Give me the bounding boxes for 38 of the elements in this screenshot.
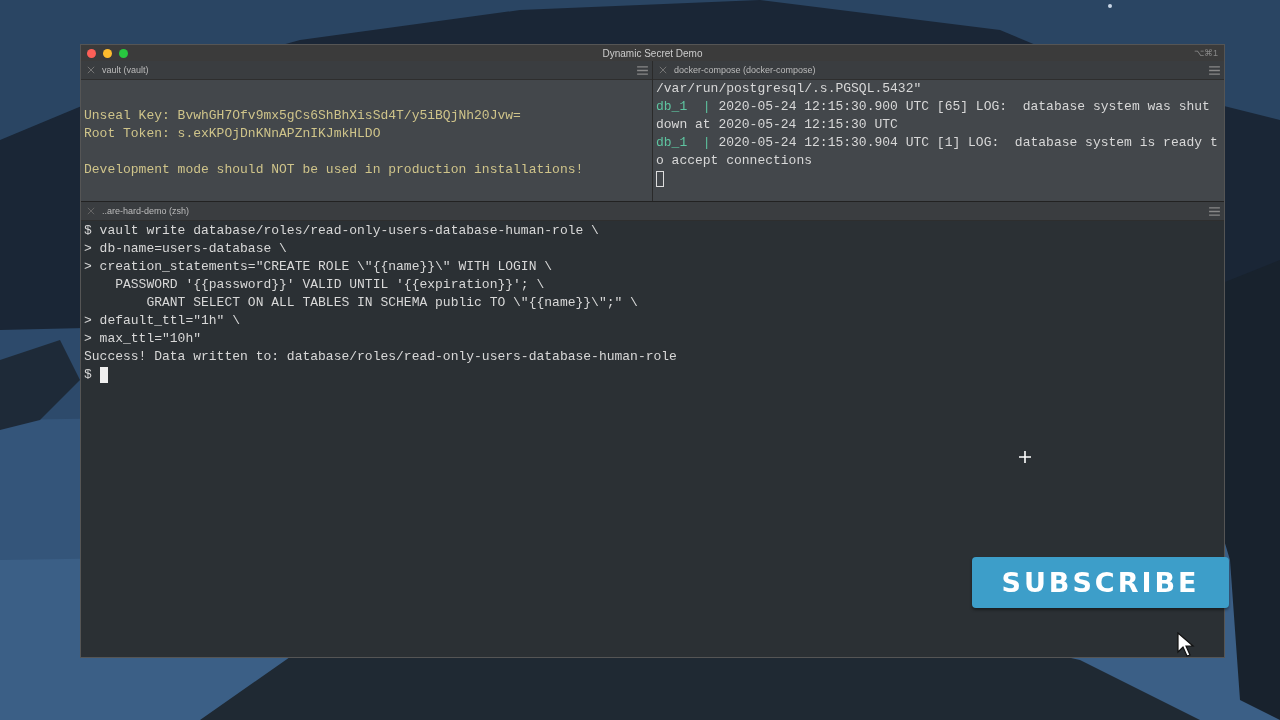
- pane-tab[interactable]: docker-compose (docker-compose): [653, 61, 1224, 80]
- pane-tab[interactable]: vault (vault): [81, 61, 652, 80]
- shortcut-label: ⌥⌘1: [1194, 48, 1219, 58]
- tab-label: ..are-hard-demo (zsh): [102, 206, 190, 216]
- window-title: Dynamic Secret Demo: [602, 47, 703, 59]
- terminal-text: Unseal Key: BvwhGH7Ofv9mx5gCs6ShBhXisSd4T/y5iBQjNh20Jvw=: [84, 107, 521, 125]
- menu-icon[interactable]: [637, 65, 648, 75]
- terminal-text: > default_ttl="1h" \: [84, 312, 241, 330]
- terminal-text: Success! Data written to: database/roles/read-only-users-database-human-role: [84, 348, 677, 366]
- terminal-text: down at 2020-05-24 12:15:30 UTC: [656, 116, 898, 134]
- terminal-text: Development mode should NOT be used in production installations!: [84, 161, 584, 179]
- terminal-text: > creation_statements="CREATE ROLE \"{{name}}\" WITH LOGIN \: [84, 258, 553, 276]
- terminal-text: > max_ttl="10h": [84, 330, 202, 348]
- tab-label: vault (vault): [102, 65, 149, 75]
- terminal-text: $: [84, 366, 93, 384]
- terminal-text: /var/run/postgresql/.s.PGSQL.5432": [656, 80, 922, 98]
- minimize-button[interactable]: [103, 48, 112, 58]
- terminal-text: Root Token: s.exKPOjDnKNnAPZnIKJmkHLDO: [84, 125, 381, 143]
- pane-tab[interactable]: ..are-hard-demo (zsh): [81, 202, 1224, 221]
- mouse-pointer-icon: [1177, 632, 1195, 658]
- close-icon[interactable]: [87, 207, 95, 215]
- maximize-button[interactable]: [119, 48, 128, 58]
- close-icon[interactable]: [659, 66, 667, 74]
- crosshair-cursor-icon: [1019, 451, 1031, 463]
- menu-icon[interactable]: [1209, 65, 1220, 75]
- close-button[interactable]: [87, 48, 96, 58]
- menu-icon[interactable]: [1209, 206, 1220, 216]
- terminal-text: 2020-05-24 12:15:30.904 UTC [1] LOG: database system is ready t: [718, 134, 1218, 152]
- terminal-text: 2020-05-24 12:15:30.900 UTC [65] LOG: database system was shut: [718, 98, 1210, 116]
- tab-label: docker-compose (docker-compose): [674, 65, 816, 75]
- close-icon[interactable]: [87, 66, 95, 74]
- terminal-text: PASSWORD '{{password}}' VALID UNTIL '{{expiration}}'; \: [114, 276, 545, 294]
- terminal-text: GRANT SELECT ON ALL TABLES IN SCHEMA public TO \"{{name}}\";" \: [145, 294, 638, 312]
- log-source: db_1 |: [656, 134, 712, 152]
- log-source: db_1 |: [656, 98, 712, 116]
- terminal-text: > db-name=users-database \: [84, 240, 287, 258]
- terminal-text: o accept connections: [656, 152, 813, 170]
- terminal-text: $ vault write database/roles/read-only-users-database-human-role \: [84, 222, 599, 240]
